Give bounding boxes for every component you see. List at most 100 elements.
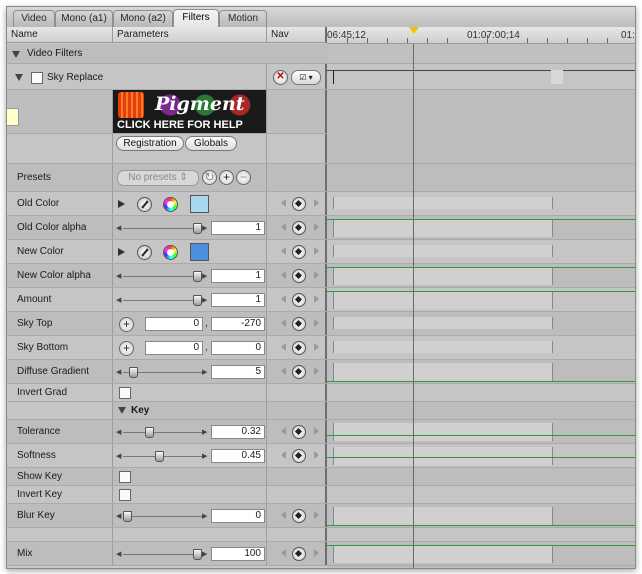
keyframe-track[interactable] [327,420,635,444]
keyframe-nav[interactable] [281,424,319,439]
expand-old-color-icon[interactable] [118,200,125,208]
keyframe-track[interactable] [327,240,635,264]
keyframe-track[interactable] [327,360,635,384]
keyframe-icon[interactable] [292,340,306,355]
keyframe-nav[interactable] [281,292,319,307]
reset-dropdown-icon[interactable]: ☑ ▾ [291,70,321,85]
softness-slider[interactable] [154,451,164,462]
keyframe-track[interactable] [327,216,635,240]
keyframe-track[interactable] [327,264,635,288]
tolerance-input[interactable]: 0.32 [211,425,265,439]
eyedropper-icon[interactable] [137,245,152,260]
keyframe-track[interactable] [327,504,635,528]
keyframe-icon[interactable] [292,448,306,463]
color-wheel-icon[interactable] [163,197,178,212]
keyframe-nav[interactable] [281,316,319,331]
show-key-checkbox[interactable] [119,471,131,483]
sky-bottom-x-input[interactable]: 0 [145,341,203,355]
old-color-swatch[interactable] [190,195,209,213]
keyframe-track[interactable] [327,288,635,312]
invert-key-checkbox[interactable] [119,489,131,501]
keyframe-icon[interactable] [292,220,306,235]
key-disclosure-icon[interactable] [118,407,126,414]
keyframe-nav[interactable] [281,244,319,259]
keyframe-icon[interactable] [292,316,306,331]
keyframe-icon[interactable] [292,364,306,379]
keyframe-track[interactable] [327,192,635,216]
keyframe-nav[interactable] [281,508,319,523]
sky-top-x-input[interactable]: 0 [145,317,203,331]
diffuse-gradient-slider[interactable] [128,367,138,378]
keyframe-track[interactable] [327,444,635,468]
old-color-alpha-slider[interactable] [193,223,202,234]
new-color-alpha-input[interactable]: 1 [211,269,265,283]
tab-motion[interactable]: Motion [219,10,267,27]
eyedropper-icon[interactable] [137,197,152,212]
video-filters-row: Video Filters [7,44,327,64]
blur-key-input[interactable]: 0 [211,509,265,523]
keyframe-nav[interactable] [281,268,319,283]
tab-mono-a1[interactable]: Mono (a1) [55,10,113,27]
remove-preset-icon[interactable]: − [236,170,251,185]
invert-grad-checkbox[interactable] [119,387,131,399]
keyframe-icon[interactable] [292,196,306,211]
keyframe-nav[interactable] [281,364,319,379]
new-color-alpha-slider[interactable] [193,271,202,282]
keyframe-icon[interactable] [292,508,306,523]
new-color-swatch[interactable] [190,243,209,261]
color-wheel-icon[interactable] [163,245,178,260]
column-header-nav[interactable]: Nav [267,27,327,43]
remove-filter-icon[interactable]: ✕ [273,70,288,85]
keyframe-icon[interactable] [292,292,306,307]
pigment-title: Pigment [155,93,245,115]
mix-slider[interactable] [193,549,202,560]
filter-enable-checkbox[interactable] [31,72,43,84]
timeline-ruler[interactable]: 06:45;12 01:07:00;14 01: [327,27,635,44]
refresh-icon[interactable]: ↻ [202,170,217,185]
sky-replace-row: Sky Replace ✕ ☑ ▾ [7,64,327,90]
keyframe-icon[interactable] [292,546,306,561]
mix-input[interactable]: 100 [211,547,265,561]
filter-timeline-track[interactable] [327,64,635,90]
keyframe-icon[interactable] [292,424,306,439]
pigment-help-banner[interactable]: Pigment CLICK HERE FOR HELP [113,90,267,133]
keyframe-track[interactable] [327,542,635,566]
invert-key-label: Invert Key [17,489,63,500]
keyframe-track[interactable] [327,336,635,360]
tab-mono-a2[interactable]: Mono (a2) [113,10,173,27]
diffuse-gradient-input[interactable]: 5 [211,365,265,379]
column-header-parameters[interactable]: Parameters [113,27,267,43]
new-color-label: New Color [17,246,64,257]
old-color-alpha-input[interactable]: 1 [211,221,265,235]
sky-top-y-input[interactable]: -270 [211,317,265,331]
keyframe-timeline[interactable] [327,44,635,568]
registration-button[interactable]: Registration [116,136,184,151]
add-preset-icon[interactable]: + [219,170,234,185]
globals-button[interactable]: Globals [185,136,237,151]
keyframe-nav[interactable] [281,340,319,355]
playhead-marker-icon[interactable] [409,27,419,34]
amount-input[interactable]: 1 [211,293,265,307]
tab-video[interactable]: Video [13,10,55,27]
keyframe-icon[interactable] [292,268,306,283]
point-crosshair-icon[interactable]: + [119,341,134,356]
playhead-line[interactable] [413,44,414,568]
filter-disclosure-icon[interactable] [15,74,23,81]
blur-key-slider[interactable] [123,511,132,522]
tolerance-slider[interactable] [145,427,155,438]
keyframe-nav[interactable] [281,448,319,463]
presets-select[interactable]: No presets ⇕ [117,170,199,186]
disclosure-down-icon[interactable] [12,51,20,58]
point-crosshair-icon[interactable]: + [119,317,134,332]
tab-filters[interactable]: Filters [173,9,219,28]
sky-bottom-y-input[interactable]: 0 [211,341,265,355]
keyframe-nav[interactable] [281,196,319,211]
keyframe-track[interactable] [327,312,635,336]
keyframe-icon[interactable] [292,244,306,259]
expand-new-color-icon[interactable] [118,248,125,256]
amount-slider[interactable] [193,295,202,306]
softness-input[interactable]: 0.45 [211,449,265,463]
column-header-name[interactable]: Name [7,27,113,43]
keyframe-nav[interactable] [281,546,319,561]
keyframe-nav[interactable] [281,220,319,235]
